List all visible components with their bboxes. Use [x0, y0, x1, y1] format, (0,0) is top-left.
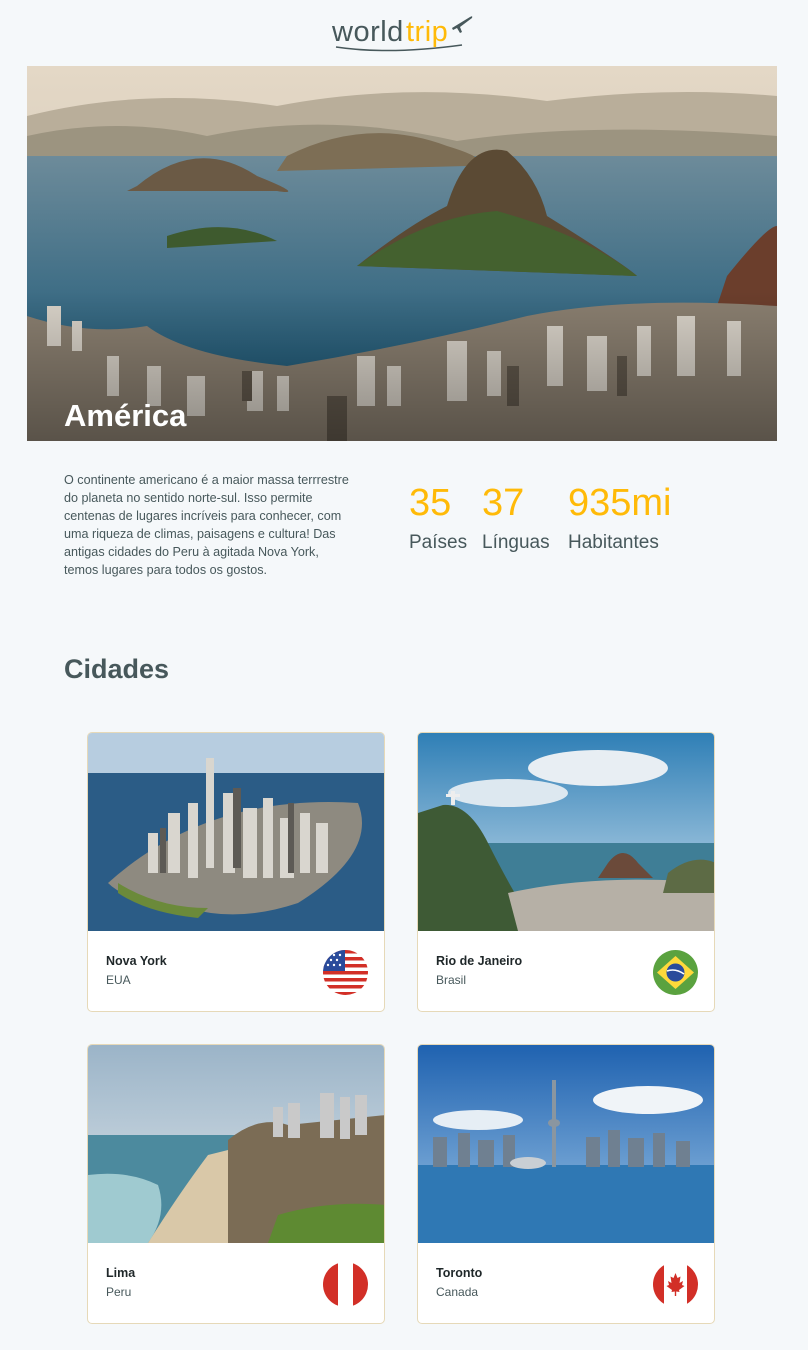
worldtrip-logo[interactable]: world trip: [332, 14, 477, 54]
city-card-nova-york[interactable]: Nova York EUA: [87, 732, 385, 1012]
hero-banner: América: [27, 66, 777, 441]
usa-flag-icon: [323, 950, 368, 995]
city-image: [418, 1045, 714, 1243]
logo-swoosh: [335, 44, 463, 52]
stat-languages: 37 Línguas: [482, 480, 550, 554]
city-country: Peru: [106, 1285, 132, 1299]
header: world trip: [0, 0, 808, 62]
airplane-icon: [452, 16, 473, 33]
city-name: Lima: [106, 1266, 136, 1280]
city-card-lima[interactable]: Lima Peru: [87, 1044, 385, 1324]
city-name: Toronto: [436, 1266, 483, 1280]
city-card-rio-de-janeiro[interactable]: Rio de Janeiro Brasil: [417, 732, 715, 1012]
city-country: Canada: [436, 1285, 479, 1299]
brazil-flag-icon: [653, 950, 698, 995]
stat-label: Línguas: [482, 532, 550, 553]
continent-title: América: [64, 398, 187, 433]
city-card-toronto[interactable]: Toronto Canada: [417, 1044, 715, 1324]
city-name: Rio de Janeiro: [436, 954, 523, 968]
continent-stats: 35 Países 37 Línguas 935mi Habitantes: [409, 480, 729, 570]
peru-flag-icon: [323, 1262, 368, 1307]
stat-value: 37: [482, 482, 525, 524]
stat-value: 35: [409, 482, 452, 524]
cities-section-title: Cidades: [64, 654, 170, 684]
continent-description: O continente americano é a maior massa t…: [64, 473, 349, 577]
stat-inhabitants: 935mi Habitantes: [568, 480, 672, 554]
stat-value: 935mi: [568, 482, 672, 524]
city-country: Brasil: [436, 973, 467, 987]
city-image: [88, 1045, 384, 1243]
city-country: EUA: [106, 973, 131, 987]
city-image: [418, 733, 714, 931]
canada-flag-icon: [653, 1262, 698, 1307]
stat-label: Habitantes: [568, 532, 659, 553]
stat-label: Países: [409, 532, 468, 553]
hero-image: [27, 66, 777, 441]
city-image: [88, 733, 384, 931]
city-name: Nova York: [106, 954, 167, 968]
stat-countries: 35 Países: [409, 480, 467, 554]
